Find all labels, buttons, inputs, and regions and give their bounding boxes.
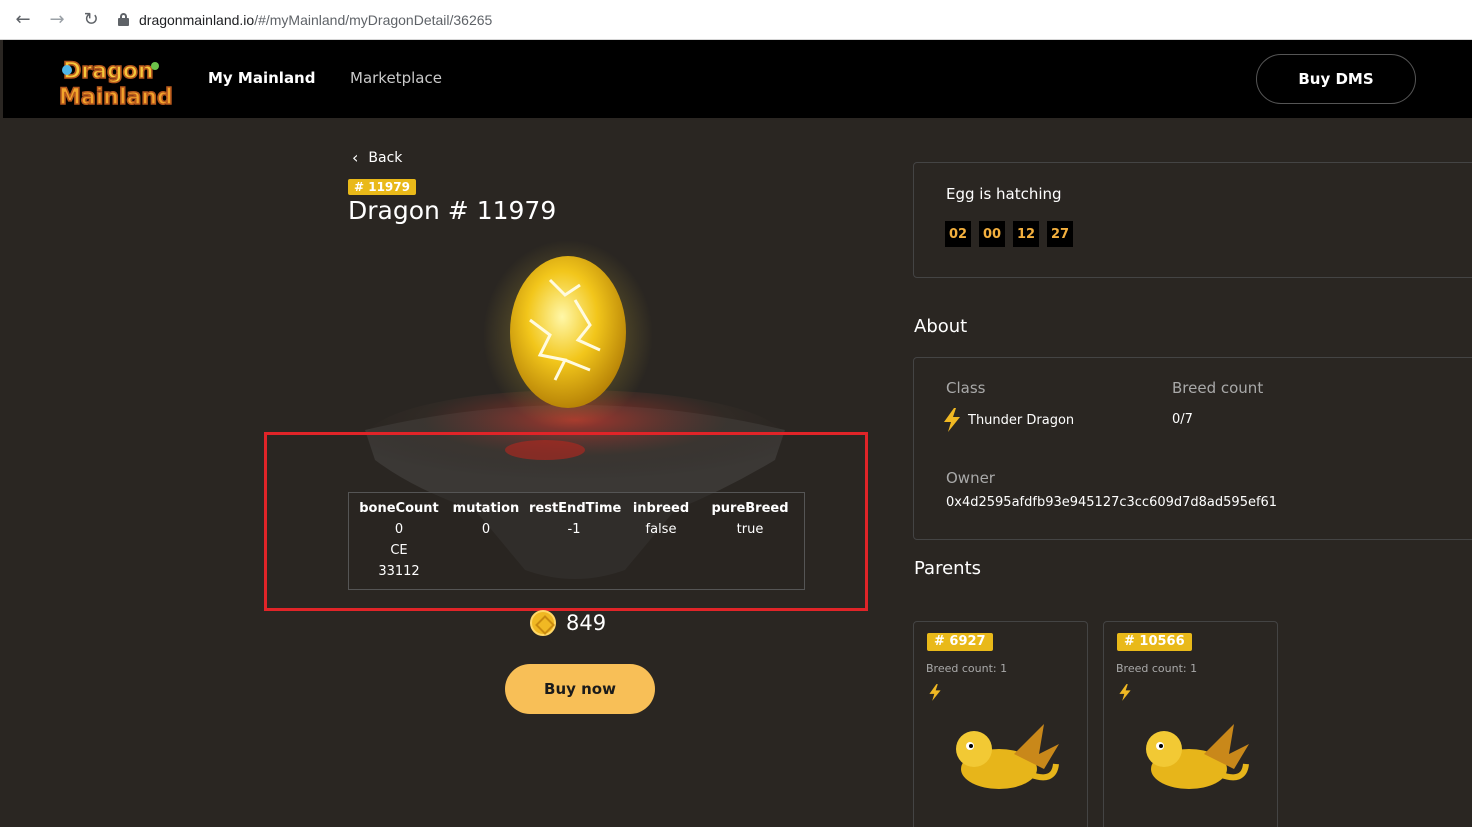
price: 849 xyxy=(530,610,606,636)
dragon-mainland-logo[interactable]: Dragon Mainland xyxy=(55,52,173,110)
timer-hours: 00 xyxy=(979,221,1005,247)
thunder-bolt-icon xyxy=(1119,684,1131,701)
parent-card[interactable]: # 6927 Breed count: 1 xyxy=(913,621,1088,827)
hatch-timer: 02 00 12 27 xyxy=(945,221,1081,247)
nav-marketplace[interactable]: Marketplace xyxy=(350,69,442,87)
parent-id-badge: # 10566 xyxy=(1117,633,1192,651)
thunder-bolt-icon xyxy=(944,408,960,432)
dragon-image xyxy=(956,724,1059,789)
class-value: Thunder Dragon xyxy=(942,408,1074,432)
svg-text:Mainland: Mainland xyxy=(59,85,173,110)
hatch-title: Egg is hatching xyxy=(946,185,1062,203)
address-bar[interactable]: dragonmainland.io/#/myMainland/myDragonD… xyxy=(118,12,492,28)
chevron-left-icon: ‹ xyxy=(352,148,359,167)
nav-my-mainland[interactable]: My Mainland xyxy=(208,69,315,87)
back-link[interactable]: ‹ Back xyxy=(352,148,402,167)
parent-breed-count: Breed count: 1 xyxy=(1116,662,1198,675)
back-label: Back xyxy=(368,149,403,166)
owner-address[interactable]: 0x4d2595afdfb93e945127c3cc609d7d8ad595ef… xyxy=(946,495,1277,510)
url-path: /#/myMainland/myDragonDetail/36265 xyxy=(254,11,493,28)
owner-label: Owner xyxy=(946,469,995,487)
buy-now-button[interactable]: Buy now xyxy=(505,664,655,714)
coin-icon xyxy=(530,610,556,636)
class-label: Class xyxy=(946,379,986,397)
parents-title: Parents xyxy=(914,558,981,579)
about-title: About xyxy=(914,316,968,337)
class-value-text: Thunder Dragon xyxy=(968,412,1075,428)
dragon-image xyxy=(1146,724,1249,789)
forward-arrow-icon[interactable]: → xyxy=(46,9,68,31)
app-header: Dragon Mainland My Mainland Marketplace … xyxy=(3,40,1472,118)
parent-card[interactable]: # 10566 Breed count: 1 xyxy=(1103,621,1278,827)
breed-count-value: 0/7 xyxy=(1172,412,1193,427)
breed-count-label: Breed count xyxy=(1172,379,1264,397)
url-domain: dragonmainland.io xyxy=(139,11,255,28)
reload-icon[interactable]: ↻ xyxy=(80,9,102,31)
timer-seconds: 27 xyxy=(1047,221,1073,247)
hatch-card: Egg is hatching 02 00 12 27 xyxy=(913,162,1472,278)
about-card: Class Thunder Dragon Breed count 0/7 Own… xyxy=(913,357,1472,540)
timer-days: 02 xyxy=(945,221,971,247)
timer-minutes: 12 xyxy=(1013,221,1039,247)
parent-id-badge: # 6927 xyxy=(927,633,993,651)
egg-image xyxy=(483,240,653,430)
thunder-bolt-icon xyxy=(929,684,941,701)
lock-icon xyxy=(118,13,129,26)
page-title: Dragon # 11979 xyxy=(348,196,557,225)
price-value: 849 xyxy=(566,611,607,635)
browser-toolbar: ← → ↻ dragonmainland.io/#/myMainland/myD… xyxy=(0,0,1472,40)
dragon-id-badge: # 11979 xyxy=(348,179,416,195)
buy-dms-button[interactable]: Buy DMS xyxy=(1256,54,1416,104)
svg-text:Dragon: Dragon xyxy=(63,59,153,84)
highlight-annotation-box xyxy=(264,432,868,611)
parent-breed-count: Breed count: 1 xyxy=(926,662,1008,675)
back-arrow-icon[interactable]: ← xyxy=(12,9,34,31)
